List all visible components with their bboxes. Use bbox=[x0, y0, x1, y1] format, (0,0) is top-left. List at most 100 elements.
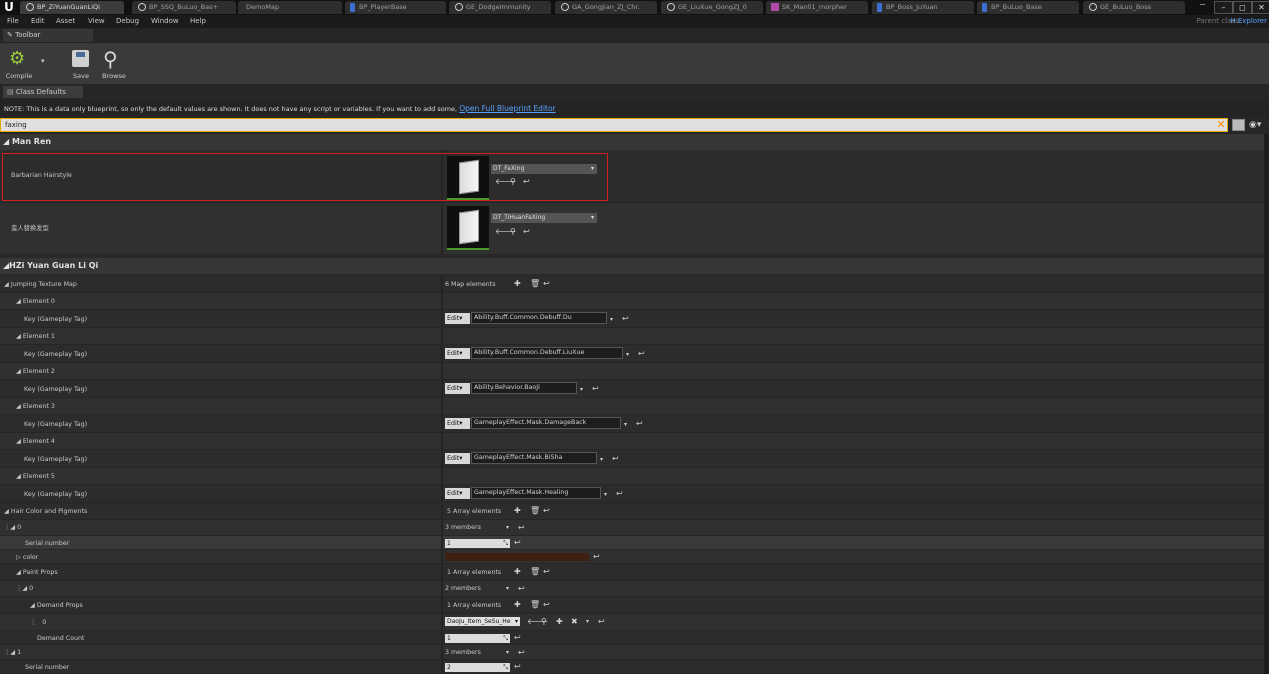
element-options-chevron-icon[interactable]: ▾ bbox=[600, 456, 603, 464]
element-options-chevron-icon[interactable]: ▾ bbox=[586, 618, 589, 626]
gameplay-tag-box[interactable]: GameplayEffect.Mask.Healing bbox=[471, 487, 601, 499]
tab-bp-boss-juyuan[interactable]: BP_Boss_JuYuan bbox=[872, 1, 974, 14]
compile-options-chevron-icon[interactable]: ▾ bbox=[41, 57, 45, 65]
property-matrix-icon[interactable] bbox=[1232, 119, 1245, 131]
reset-to-default-icon[interactable]: ↩ bbox=[518, 585, 525, 593]
delete-all-icon[interactable]: 🗑 bbox=[530, 507, 540, 515]
edit-tag-button[interactable]: Edit▾ bbox=[445, 313, 470, 324]
tab-demomap[interactable]: DemoMap bbox=[238, 1, 342, 14]
parent-class-link[interactable]: H Explorer bbox=[1230, 15, 1267, 28]
reset-to-default-icon[interactable]: ↩ bbox=[616, 490, 623, 498]
tab-ga-gongjian[interactable]: GA_GongJian_ZJ_Chr. bbox=[555, 1, 657, 14]
element-expander[interactable]: ◢ Element 0 bbox=[16, 298, 55, 305]
category-hzi-yuan-guan-li-qi[interactable]: ◢HZi Yuan Guan Li Qi bbox=[0, 258, 1264, 274]
save-button[interactable]: Save bbox=[63, 46, 99, 82]
browse-search-icon[interactable]: ⚲ bbox=[541, 618, 547, 626]
tab-bp-buluo-base[interactable]: BP_BuLuo_Base bbox=[977, 1, 1079, 14]
array-index-1[interactable]: ⋮◢ 1 bbox=[4, 649, 21, 656]
menu-asset[interactable]: Asset bbox=[56, 15, 75, 28]
details-scrollbar[interactable] bbox=[1264, 134, 1269, 674]
element-options-chevron-icon[interactable]: ▾ bbox=[506, 649, 509, 657]
tab-ge-dodgeimmunity[interactable]: GE_DodgeImmunity bbox=[449, 1, 551, 14]
reset-to-default-icon[interactable]: ↩ bbox=[638, 350, 645, 358]
color-label[interactable]: ▷ color bbox=[16, 554, 38, 561]
open-full-blueprint-editor-link[interactable]: Open Full Blueprint Editor bbox=[459, 104, 555, 113]
reset-to-default-icon[interactable]: ↩ bbox=[593, 553, 600, 561]
gameplay-tag-box[interactable]: GameplayEffect.Mask.BiSha bbox=[471, 452, 597, 464]
edit-tag-button[interactable]: Edit▾ bbox=[445, 418, 470, 429]
edit-tag-button[interactable]: Edit▾ bbox=[445, 453, 470, 464]
add-element-icon[interactable]: ✚ bbox=[514, 280, 521, 288]
reset-to-default-icon[interactable]: ↩ bbox=[598, 618, 605, 626]
clear-search-icon[interactable]: ✕ bbox=[1215, 118, 1227, 132]
compile-button[interactable]: ⚙ Compile bbox=[1, 46, 37, 82]
asset-picker[interactable]: DT_TiHuanFaXing ▾ bbox=[491, 213, 597, 223]
jumping-texture-map-label[interactable]: ◢ Jumping Texture Map bbox=[4, 281, 77, 288]
edit-tag-button[interactable]: Edit▾ bbox=[445, 383, 470, 394]
search-input[interactable] bbox=[1, 119, 1205, 130]
clear-icon[interactable]: ✖ bbox=[571, 618, 578, 626]
element-expander[interactable]: ◢ Element 3 bbox=[16, 403, 55, 410]
delete-all-icon[interactable]: 🗑 bbox=[530, 280, 540, 288]
element-options-chevron-icon[interactable]: ▾ bbox=[580, 386, 583, 394]
delete-all-icon[interactable]: 🗑 bbox=[530, 568, 540, 576]
add-element-icon[interactable]: ✚ bbox=[514, 507, 521, 515]
element-expander[interactable]: ◢ Element 4 bbox=[16, 438, 55, 445]
color-swatch[interactable] bbox=[445, 553, 589, 561]
close-button[interactable]: ✕ bbox=[1252, 1, 1269, 14]
maximize-button[interactable]: ◻ bbox=[1233, 1, 1252, 14]
reset-to-default-icon[interactable]: ↩ bbox=[514, 663, 521, 671]
tab-bp-ziyuanguanliqi[interactable]: BP_ZiYuanGuanLiQi bbox=[20, 1, 124, 14]
menu-window[interactable]: Window bbox=[151, 15, 179, 28]
tab-bp-playerbase[interactable]: BP_PlayerBase bbox=[345, 1, 446, 14]
reset-to-default-icon[interactable]: ↩ bbox=[543, 601, 550, 609]
browse-button[interactable]: ⚲ Browse bbox=[96, 46, 132, 82]
demand-count-input[interactable]: 1 ⤡ bbox=[445, 634, 510, 643]
menu-debug[interactable]: Debug bbox=[116, 15, 139, 28]
reset-to-default-icon[interactable]: ↩ bbox=[543, 280, 550, 288]
reset-to-default-icon[interactable]: ↩ bbox=[514, 539, 521, 547]
reset-to-default-icon[interactable]: ↩ bbox=[543, 507, 550, 515]
gameplay-tag-box[interactable]: GameplayEffect.Mask.DamageBack bbox=[471, 417, 621, 429]
gameplay-tag-box[interactable]: Ability.Buff.Common.Debuff.LiuXue bbox=[471, 347, 623, 359]
class-defaults-tab[interactable]: ▤ Class Defaults bbox=[3, 86, 83, 98]
demand-props-label[interactable]: ◢ Demand Props bbox=[30, 602, 83, 609]
menu-edit[interactable]: Edit bbox=[31, 15, 45, 28]
reset-to-default-icon[interactable]: ↩ bbox=[518, 649, 525, 657]
reset-to-default-icon[interactable]: ↩ bbox=[636, 420, 643, 428]
reset-to-default-icon[interactable]: ↩ bbox=[543, 568, 550, 576]
gameplay-tag-box[interactable]: Ability.Behavior.BaoJi bbox=[471, 382, 577, 394]
demand-item-picker[interactable]: DaoJu_Item_SeSu_He ▾ bbox=[445, 617, 520, 626]
element-options-chevron-icon[interactable]: ▾ bbox=[626, 351, 629, 359]
edit-tag-button[interactable]: Edit▾ bbox=[445, 488, 470, 499]
element-expander[interactable]: ◢ Element 5 bbox=[16, 473, 55, 480]
reset-to-default-icon[interactable]: ↩ bbox=[523, 228, 530, 236]
reset-to-default-icon[interactable]: ↩ bbox=[592, 385, 599, 393]
gameplay-tag-box[interactable]: Ability.Buff.Common.Debuff.Du bbox=[471, 312, 607, 324]
element-expander[interactable]: ◢ Element 2 bbox=[16, 368, 55, 375]
tab-ge-liuxue[interactable]: GE_LiuXue_GongZJ_0 bbox=[661, 1, 763, 14]
element-options-chevron-icon[interactable]: ▾ bbox=[506, 585, 509, 593]
browse-search-icon[interactable]: ⚲ bbox=[510, 228, 516, 236]
menu-view[interactable]: View bbox=[88, 15, 105, 28]
element-options-chevron-icon[interactable]: ▾ bbox=[624, 421, 627, 429]
hair-color-label[interactable]: ◢ Hair Color and Pigments bbox=[4, 508, 87, 515]
tab-ge-buluo-boss[interactable]: GE_BuLuo_Boss bbox=[1083, 1, 1185, 14]
menu-file[interactable]: File bbox=[7, 15, 19, 28]
element-options-chevron-icon[interactable]: ▾ bbox=[610, 316, 613, 324]
reset-to-default-icon[interactable]: ↩ bbox=[518, 524, 525, 532]
delete-all-icon[interactable]: 🗑 bbox=[530, 601, 540, 609]
reset-to-default-icon[interactable]: ↩ bbox=[514, 634, 521, 642]
add-icon[interactable]: ✚ bbox=[556, 618, 563, 626]
tab-bp-ssq-buluo[interactable]: BP_SSQ_BuLuo_Bas+ bbox=[132, 1, 236, 14]
minimize-button[interactable]: – bbox=[1214, 1, 1233, 14]
reset-to-default-icon[interactable]: ↩ bbox=[622, 315, 629, 323]
serial-number-input[interactable]: 1 ⤡ bbox=[445, 539, 510, 548]
datatable-thumbnail[interactable] bbox=[447, 206, 489, 250]
element-options-chevron-icon[interactable]: ▾ bbox=[604, 491, 607, 499]
view-options-eye-icon[interactable]: ◉▾ bbox=[1249, 119, 1267, 131]
edit-tag-button[interactable]: Edit▾ bbox=[445, 348, 470, 359]
tab-sk-man01[interactable]: SK_Man01_morpher bbox=[766, 1, 868, 14]
array-index-0[interactable]: ⋮◢ 0 bbox=[4, 524, 21, 531]
element-expander[interactable]: ◢ Element 1 bbox=[16, 333, 55, 340]
